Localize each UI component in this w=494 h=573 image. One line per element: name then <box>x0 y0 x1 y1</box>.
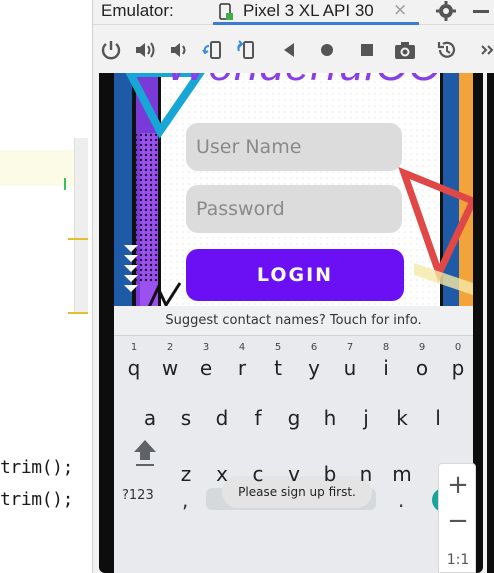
volume-down-icon[interactable] <box>167 38 191 62</box>
key-label: t <box>274 356 282 380</box>
key-l[interactable]: l <box>420 398 456 438</box>
key-label: r <box>237 356 247 380</box>
key-y[interactable]: 6y <box>296 342 332 388</box>
warning-marker <box>68 238 88 240</box>
rotate-right-icon[interactable] <box>235 38 259 62</box>
key-label: u <box>343 356 357 380</box>
change-marker <box>64 178 66 190</box>
key-label: w <box>161 356 179 380</box>
key-p[interactable]: 0p <box>440 342 473 388</box>
key-j[interactable]: j <box>348 398 384 438</box>
key-v[interactable]: v <box>276 454 312 494</box>
key-k[interactable]: k <box>384 398 420 438</box>
key-g[interactable]: g <box>276 398 312 438</box>
key-r[interactable]: 4r <box>224 342 260 388</box>
key-label: o <box>415 356 429 380</box>
code-editor[interactable]: trim(); trim(); <box>0 0 92 573</box>
key-label: q <box>127 356 141 380</box>
login-button[interactable]: LOGIN <box>186 249 404 301</box>
key-i[interactable]: 8i <box>368 342 404 388</box>
device-screen[interactable]: WonderfulCC User Name Password LOGIN Sug… <box>114 73 473 573</box>
symbols-key[interactable]: ?123 <box>122 488 162 503</box>
key-s[interactable]: s <box>168 398 204 438</box>
key-hint: 0 <box>454 342 462 353</box>
key-b[interactable]: b <box>312 454 348 494</box>
key-n[interactable]: n <box>348 454 384 494</box>
keyboard-suggestion-bar[interactable]: Suggest contact names? Touch for info. <box>114 306 473 336</box>
emulator-panel: Emulator: Pixel 3 XL API 30 × User Name … <box>92 0 494 573</box>
key-hint: 2 <box>166 342 174 353</box>
key-c[interactable]: c <box>240 454 276 494</box>
emulator-title: Emulator: <box>101 1 174 20</box>
key-m[interactable]: m <box>384 454 420 494</box>
key-t[interactable]: 5t <box>260 342 296 388</box>
volume-up-icon[interactable] <box>133 38 157 62</box>
key-hint: 8 <box>382 342 390 353</box>
key-hint: 4 <box>238 342 246 353</box>
zoom-in-button[interactable]: + <box>439 470 477 500</box>
key-hint: 7 <box>346 342 354 353</box>
key-hint: 1 <box>130 342 138 353</box>
key-label: e <box>199 356 213 380</box>
key-label: y <box>308 356 320 380</box>
device-tab-label: Pixel 3 XL API 30 <box>243 1 374 20</box>
key-d[interactable]: d <box>204 398 240 438</box>
shift-icon[interactable] <box>130 434 160 468</box>
device-frame: WonderfulCC User Name Password LOGIN Sug… <box>99 73 483 573</box>
password-field[interactable]: Password <box>186 185 402 233</box>
key-q[interactable]: 1q <box>116 342 152 388</box>
home-icon[interactable] <box>315 38 339 62</box>
minimize-icon[interactable] <box>473 10 489 13</box>
app-logo-text: WonderfulCC <box>166 73 441 91</box>
back-icon[interactable] <box>277 38 301 62</box>
key-e[interactable]: 3e <box>188 342 224 388</box>
screen-root: trim(); trim(); Emulator: Pixel 3 XL API… <box>0 0 494 573</box>
zoom-actual-size-button[interactable]: 1:1 <box>439 552 477 568</box>
key-label: i <box>383 356 389 380</box>
zoom-controls: + − 1:1 <box>438 463 476 573</box>
username-field[interactable]: User Name <box>186 123 402 171</box>
key-u[interactable]: 7u <box>332 342 368 388</box>
close-icon[interactable]: × <box>393 0 407 20</box>
key-label: p <box>451 356 465 380</box>
key-hint: 9 <box>418 342 426 353</box>
key-z[interactable]: z <box>168 454 204 494</box>
rotate-left-icon[interactable] <box>201 38 225 62</box>
key-hint: 3 <box>202 342 210 353</box>
zoom-out-button[interactable]: − <box>439 506 477 536</box>
key-a[interactable]: a <box>132 398 168 438</box>
code-line[interactable]: trim(); <box>0 489 73 510</box>
key-hint: 5 <box>274 342 282 353</box>
key-o[interactable]: 9o <box>404 342 440 388</box>
overview-icon[interactable] <box>355 38 379 62</box>
snapshot-icon[interactable] <box>435 38 459 62</box>
key-x[interactable]: x <box>204 454 240 494</box>
key-f[interactable]: f <box>240 398 276 438</box>
device-tab[interactable]: Pixel 3 XL API 30 × <box>213 0 419 25</box>
emulator-header: Emulator: Pixel 3 XL API 30 × <box>93 0 494 25</box>
power-icon[interactable] <box>99 38 123 62</box>
key-h[interactable]: h <box>312 398 348 438</box>
gear-icon[interactable] <box>433 0 459 24</box>
more-icon[interactable] <box>479 38 494 62</box>
key-hint: 6 <box>310 342 318 353</box>
key-w[interactable]: 2w <box>152 342 188 388</box>
device-frame-edge <box>487 73 494 573</box>
warning-marker <box>68 312 88 314</box>
code-line[interactable]: trim(); <box>0 457 73 478</box>
emulator-toolbar <box>93 26 494 73</box>
editor-scrollbar[interactable] <box>74 138 88 313</box>
camera-icon[interactable] <box>393 38 417 62</box>
device-icon <box>219 3 233 20</box>
soft-keyboard[interactable]: Suggest contact names? Touch for info. ?… <box>114 306 473 573</box>
